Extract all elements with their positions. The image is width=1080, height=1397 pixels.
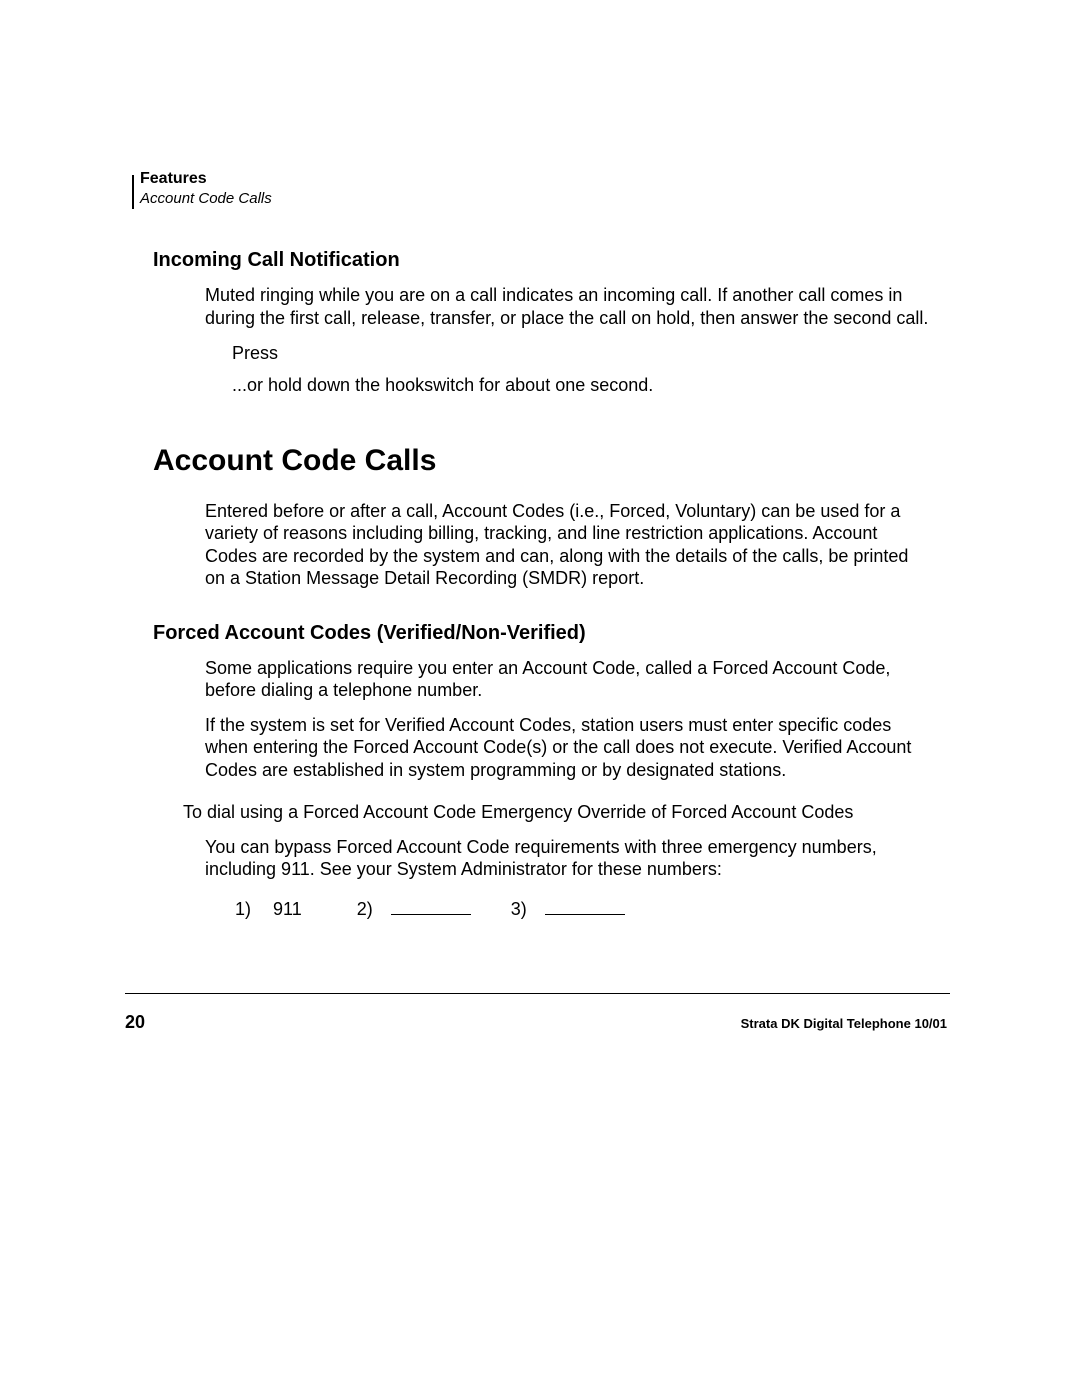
body-text: Entered before or after a call, Account … <box>205 500 930 590</box>
body-text: Some applications require you enter an A… <box>205 657 930 702</box>
subsection-title-forced: Forced Account Codes (Verified/Non-Verif… <box>153 622 945 645</box>
body-text: Muted ringing while you are on a call in… <box>205 284 930 329</box>
emergency-label: 1) <box>235 899 251 920</box>
footer-doc-title: Strata DK Digital Telephone 10/01 <box>741 1016 947 1031</box>
emergency-item-3: 3) <box>511 899 665 920</box>
page-content: Features Account Code Calls Incoming Cal… <box>135 170 945 920</box>
body-text: You can bypass Forced Account Code requi… <box>205 836 930 881</box>
body-text: If the system is set for Verified Accoun… <box>205 714 930 782</box>
blank-fill-line <box>545 914 625 915</box>
emergency-numbers-line: 1) 911 2) 3) <box>235 899 945 920</box>
body-text: ...or hold down the hookswitch for about… <box>232 373 930 397</box>
emergency-value: 911 <box>273 899 302 920</box>
header-section-label: Features <box>140 170 945 188</box>
emergency-item-2: 2) <box>357 899 511 920</box>
change-bar <box>132 175 134 209</box>
footer-page-number: 20 <box>125 1012 145 1033</box>
blank-fill-line <box>391 914 471 915</box>
body-text: To dial using a Forced Account Code Emer… <box>183 801 930 824</box>
section-title-account: Account Code Calls <box>153 444 945 478</box>
running-header: Features Account Code Calls <box>135 170 945 207</box>
footer-rule <box>125 993 950 994</box>
body-text: Press <box>232 341 930 365</box>
header-topic-label: Account Code Calls <box>140 190 945 207</box>
emergency-label: 3) <box>511 899 527 920</box>
emergency-label: 2) <box>357 899 373 920</box>
emergency-item-1: 1) 911 <box>235 899 357 920</box>
subsection-title-incoming: Incoming Call Notification <box>153 249 945 272</box>
